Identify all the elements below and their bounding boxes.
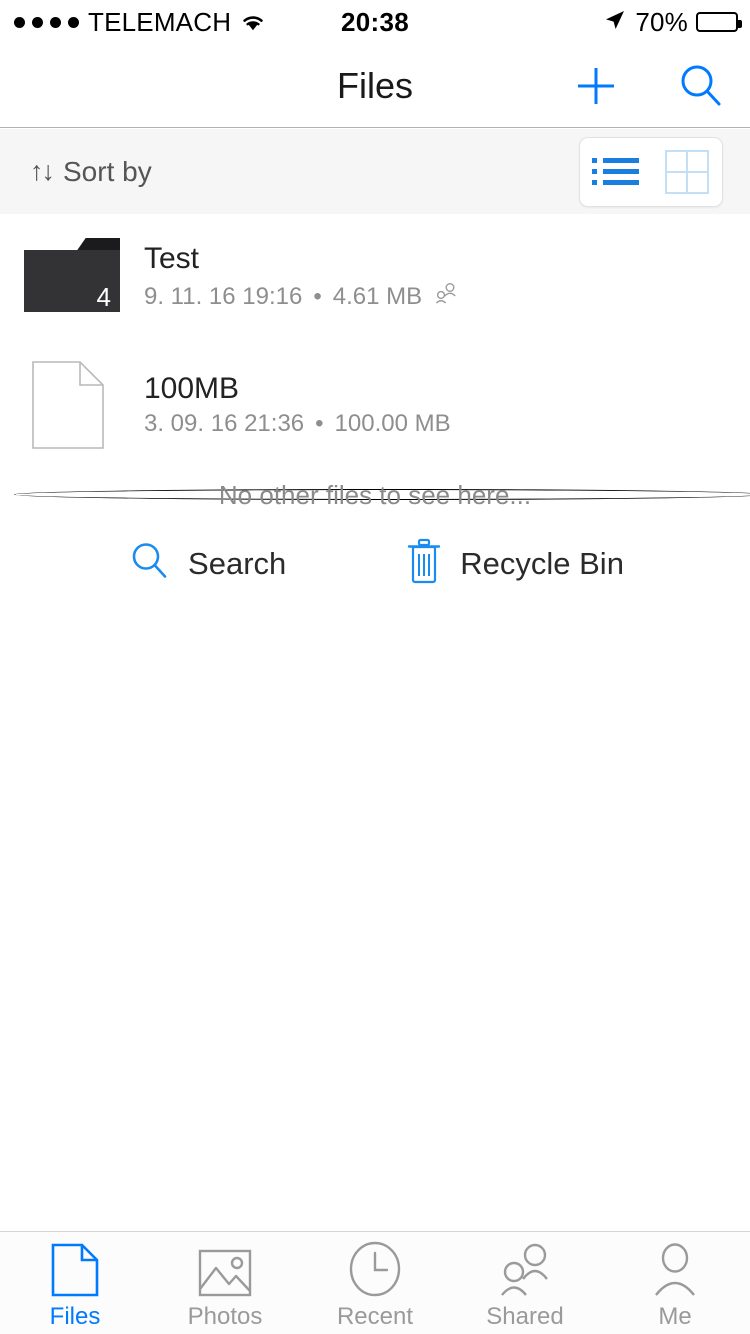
search-action-label: Search — [188, 545, 287, 581]
tab-shared[interactable]: Shared — [450, 1232, 600, 1334]
grid-view-icon[interactable] — [655, 144, 719, 200]
document-tab-icon — [51, 1243, 99, 1297]
empty-state-actions: Search Recycle Bin — [0, 537, 750, 590]
empty-state: No other files to see here... Search Rec… — [0, 480, 750, 590]
trash-icon — [404, 537, 444, 590]
file-list: 4 Test 9. 11. 16 19:16 • 4.61 MB 100MB 3… — [0, 214, 750, 468]
view-mode-toggle[interactable] — [579, 136, 723, 207]
search-action-button[interactable]: Search — [126, 538, 286, 589]
status-bar-right: 70% — [603, 6, 742, 38]
document-icon — [24, 360, 120, 449]
file-name: Test — [144, 241, 200, 275]
file-subtitle: 9. 11. 16 19:16 • 4.61 MB — [144, 281, 459, 312]
app-screen: TELEMACH 20:38 70% Files ↑↓ Sort by 4 Te… — [0, 0, 750, 1334]
file-details: 100MB 3. 09. 16 21:36 • 100.00 MB — [144, 373, 451, 437]
tab-label: Photos — [187, 1303, 263, 1330]
recycle-bin-action-button[interactable]: Recycle Bin — [404, 537, 624, 590]
file-date: 9. 11. 16 19:16 — [144, 283, 303, 311]
tab-recent[interactable]: Recent — [300, 1232, 450, 1334]
file-separator: • — [313, 283, 322, 311]
tab-label: Recent — [336, 1303, 414, 1330]
tab-files[interactable]: Files — [0, 1232, 150, 1334]
navigation-bar: Files — [0, 44, 750, 128]
shared-people-icon — [433, 281, 459, 312]
tab-label: Shared — [486, 1303, 564, 1330]
tab-photos[interactable]: Photos — [150, 1232, 300, 1334]
file-name: 100MB — [144, 371, 240, 405]
file-size: 100.00 MB — [334, 410, 451, 438]
location-arrow-icon — [603, 8, 627, 37]
sort-by-label: Sort by — [63, 155, 152, 187]
folder-item-count: 4 — [96, 281, 111, 312]
sort-by-button[interactable]: ↑↓ Sort by — [30, 156, 152, 188]
table-row[interactable]: 4 Test 9. 11. 16 19:16 • 4.61 MB — [0, 214, 750, 341]
search-icon[interactable] — [672, 58, 728, 114]
table-row[interactable]: 100MB 3. 09. 16 21:36 • 100.00 MB — [0, 341, 750, 468]
status-bar: TELEMACH 20:38 70% — [0, 0, 750, 500]
list-view-icon[interactable] — [584, 144, 648, 200]
photos-tab-icon — [198, 1243, 252, 1297]
file-size: 4.61 MB — [332, 283, 423, 311]
shared-tab-icon — [497, 1243, 553, 1297]
file-date: 3. 09. 16 21:36 — [144, 410, 305, 438]
battery-percent-label: 70% — [635, 6, 688, 37]
person-tab-icon — [649, 1243, 701, 1297]
sort-arrows-icon: ↑↓ — [30, 156, 55, 186]
tab-label: Me — [658, 1303, 692, 1330]
sort-toolbar: ↑↓ Sort by — [0, 129, 750, 214]
tab-me[interactable]: Me — [600, 1232, 750, 1334]
tab-bar: Files Photos Recent Shared Me — [0, 1231, 750, 1334]
navigation-actions — [568, 44, 728, 128]
file-subtitle: 3. 09. 16 21:36 • 100.00 MB — [144, 411, 451, 436]
file-details: Test 9. 11. 16 19:16 • 4.61 MB — [144, 243, 459, 313]
clock-tab-icon — [349, 1241, 401, 1297]
empty-state-message: No other files to see here... — [218, 480, 532, 510]
folder-icon: 4 — [24, 237, 120, 318]
recycle-bin-action-label: Recycle Bin — [460, 545, 624, 581]
tab-label: Files — [49, 1303, 101, 1330]
battery-icon — [696, 12, 742, 32]
search-icon — [126, 538, 172, 589]
add-button[interactable] — [568, 58, 624, 114]
file-separator: • — [315, 410, 324, 438]
